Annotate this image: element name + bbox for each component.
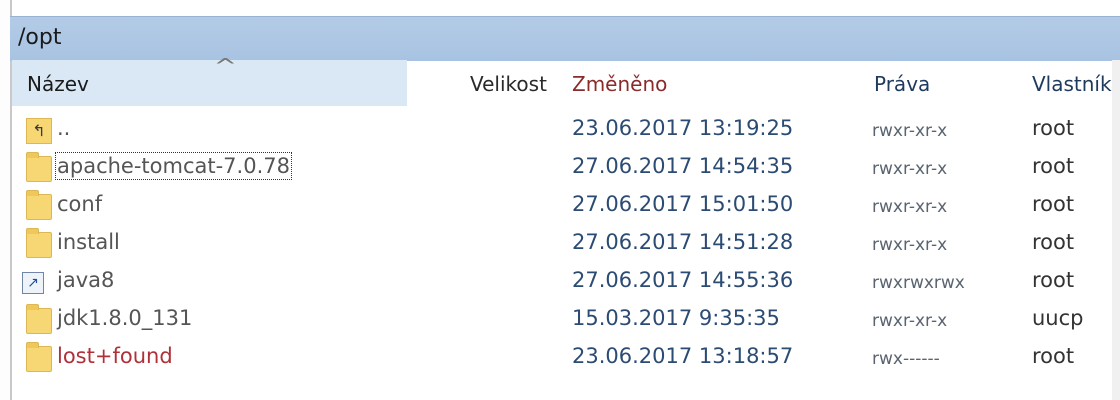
file-modified: 23.06.2017 13:18:57 (572, 344, 794, 368)
file-rights: rwxrwxrwx (872, 273, 965, 293)
file-name: jdk1.8.0_131 (57, 306, 193, 330)
folder-icon (26, 342, 52, 372)
file-name: install (57, 230, 120, 254)
file-owner: root (1032, 154, 1075, 178)
path-bar: /opt (10, 16, 1120, 61)
column-header-row: ^ Název Velikost Změněno Práva Vlastník (12, 54, 1120, 106)
chevron-up-icon: ^ (213, 54, 238, 78)
file-owner: root (1032, 344, 1075, 368)
folder-icon (26, 152, 52, 182)
file-rights: rwxr-xr-x (872, 121, 948, 141)
file-owner: root (1032, 116, 1075, 140)
file-modified: 27.06.2017 14:54:35 (572, 154, 794, 178)
file-row-jdk[interactable]: jdk1.8.0_131 15.03.2017 9:35:35 rwxr-xr-… (12, 302, 1120, 340)
column-header-owner[interactable]: Vlastník (1032, 72, 1112, 96)
file-modified: 27.06.2017 14:51:28 (572, 230, 794, 254)
vertical-scrollbar[interactable] (1112, 60, 1120, 400)
column-header-size[interactable]: Velikost (470, 72, 547, 96)
file-modified: 27.06.2017 14:55:36 (572, 268, 794, 292)
file-modified: 23.06.2017 13:19:25 (572, 116, 794, 140)
file-owner: root (1032, 192, 1075, 216)
current-path: /opt (18, 25, 62, 50)
file-rights: rwx------ (872, 349, 940, 369)
file-owner: root (1032, 268, 1075, 292)
file-owner: uucp (1032, 306, 1084, 330)
file-row-lost-found[interactable]: lost+found 23.06.2017 13:18:57 rwx------… (12, 340, 1120, 378)
file-row-apache-tomcat[interactable]: apache-tomcat-7.0.78 27.06.2017 14:54:35… (12, 150, 1120, 188)
folder-icon (26, 228, 52, 258)
file-row-install[interactable]: install 27.06.2017 14:51:28 rwxr-xr-x ro… (12, 226, 1120, 264)
file-owner: root (1032, 230, 1075, 254)
file-name: conf (57, 192, 103, 216)
file-row-java8[interactable]: ↗ java8 27.06.2017 14:55:36 rwxrwxrwx ro… (12, 264, 1120, 302)
file-modified: 27.06.2017 15:01:50 (572, 192, 794, 216)
folder-icon (26, 304, 52, 334)
file-row-parent[interactable]: ↰ .. 23.06.2017 13:19:25 rwxr-xr-x root (12, 112, 1120, 150)
file-modified: 15.03.2017 9:35:35 (572, 306, 780, 330)
file-name: .. (57, 116, 71, 140)
column-header-name[interactable]: ^ Název (12, 54, 407, 106)
folder-icon (26, 190, 52, 220)
file-row-conf[interactable]: conf 27.06.2017 15:01:50 rwxr-xr-x root (12, 188, 1120, 226)
shortcut-icon: ↗ (22, 272, 44, 294)
file-name: lost+found (57, 344, 173, 368)
file-rights: rwxr-xr-x (872, 311, 948, 331)
file-rights: rwxr-xr-x (872, 159, 948, 179)
parent-folder-icon: ↰ (26, 118, 52, 144)
file-rights: rwxr-xr-x (872, 235, 948, 255)
file-name: apache-tomcat-7.0.78 (55, 152, 292, 180)
file-name: java8 (57, 268, 115, 292)
file-rights: rwxr-xr-x (872, 197, 948, 217)
column-header-name-label: Název (27, 72, 89, 96)
column-header-rights[interactable]: Práva (874, 72, 930, 96)
column-header-modified[interactable]: Změněno (572, 72, 667, 96)
